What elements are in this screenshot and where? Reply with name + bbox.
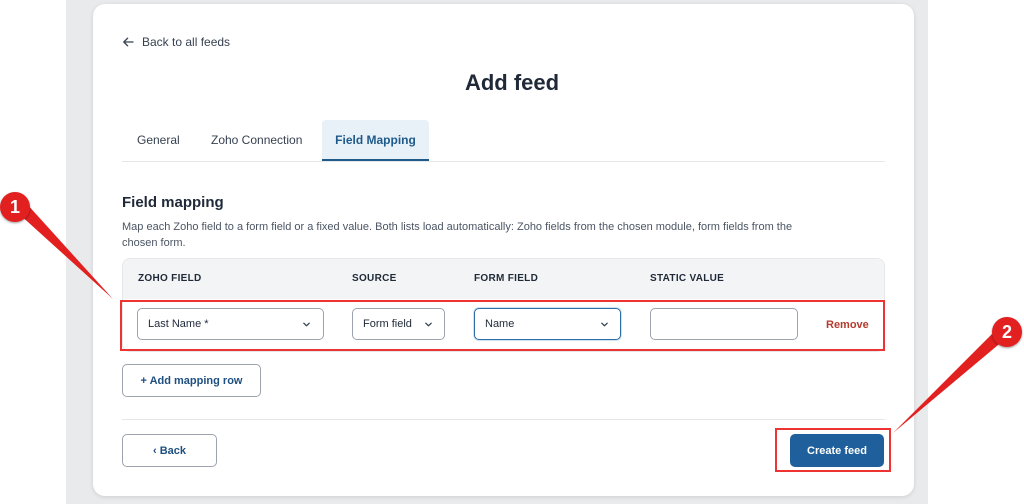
tab-zoho-connection[interactable]: Zoho Connection bbox=[211, 120, 302, 161]
header-zoho-field: ZOHO FIELD bbox=[138, 273, 202, 284]
back-button[interactable]: ‹ Back bbox=[122, 434, 217, 467]
section-title: Field mapping bbox=[122, 194, 224, 211]
add-mapping-row-button[interactable]: + Add mapping row bbox=[122, 364, 261, 397]
header-form-field: FORM FIELD bbox=[474, 273, 539, 284]
remove-row-button[interactable]: Remove bbox=[826, 319, 869, 331]
create-feed-button[interactable]: Create feed bbox=[790, 434, 884, 467]
chevron-down-icon bbox=[601, 322, 608, 327]
table-header: ZOHO FIELD SOURCE FORM FIELD STATIC VALU… bbox=[123, 259, 884, 299]
header-static-value: STATIC VALUE bbox=[650, 273, 725, 284]
tab-field-mapping[interactable]: Field Mapping bbox=[322, 120, 429, 161]
step-marker-2: 2 bbox=[992, 317, 1022, 347]
source-select[interactable]: Form field bbox=[352, 308, 445, 340]
form-field-value: Name bbox=[485, 318, 515, 330]
tab-general[interactable]: General bbox=[137, 120, 180, 161]
step-marker-1: 1 bbox=[0, 192, 30, 222]
field-mapping-table: ZOHO FIELD SOURCE FORM FIELD STATIC VALU… bbox=[122, 258, 885, 352]
section-description: Map each Zoho field to a form field or a… bbox=[122, 221, 793, 249]
back-to-feeds-link[interactable]: Back to all feeds bbox=[122, 34, 230, 50]
zoho-field-select[interactable]: Last Name * bbox=[137, 308, 324, 340]
chevron-down-icon bbox=[303, 322, 310, 327]
zoho-field-value: Last Name * bbox=[148, 318, 209, 330]
header-source: SOURCE bbox=[352, 273, 397, 284]
page-title: Add feed bbox=[464, 70, 560, 95]
divider bbox=[122, 419, 885, 420]
arrow-left-icon bbox=[123, 37, 134, 47]
form-field-select[interactable]: Name bbox=[474, 308, 621, 340]
source-value: Form field bbox=[363, 318, 412, 330]
chevron-down-icon bbox=[425, 322, 432, 327]
back-to-feeds-label: Back to all feeds bbox=[142, 35, 231, 49]
feed-tabs: General Zoho Connection Field Mapping bbox=[122, 120, 885, 162]
static-value-input[interactable] bbox=[650, 308, 798, 340]
